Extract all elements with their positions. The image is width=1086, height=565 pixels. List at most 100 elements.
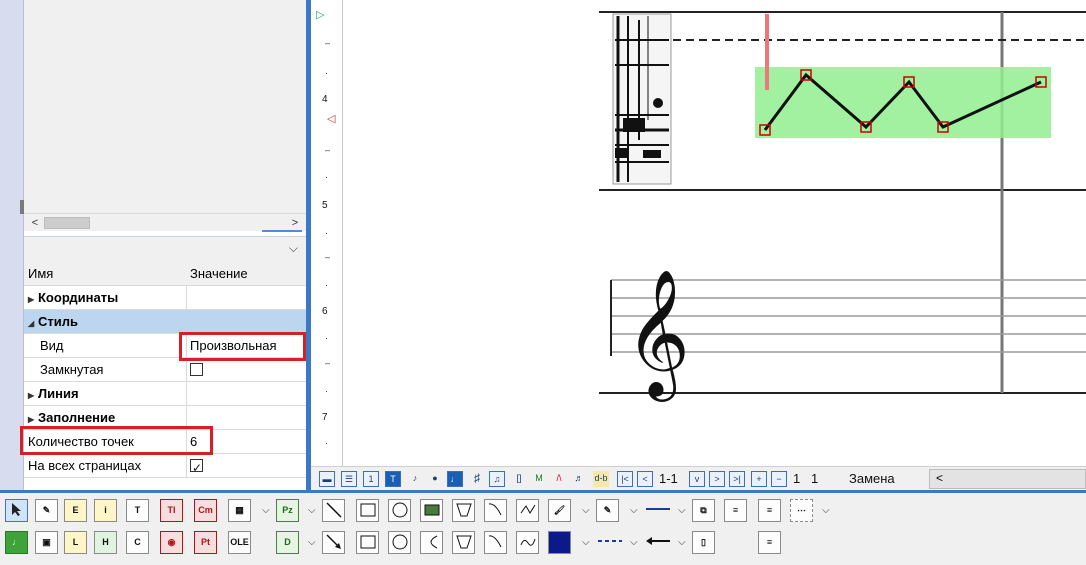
transpose-icon[interactable]: d-b — [593, 471, 609, 487]
note-input-icon[interactable]: ♩ — [447, 471, 463, 487]
remove-page-icon[interactable]: − — [771, 471, 787, 487]
chevron-down-icon[interactable]: ⌵ — [308, 505, 316, 516]
prop-row-line[interactable]: ▶ Линия — [24, 382, 306, 406]
score-canvas[interactable]: 𝄞 — [343, 0, 1086, 466]
filled-polygon-tool-button[interactable] — [452, 531, 475, 554]
expand-icon[interactable]: ▶ — [28, 384, 38, 405]
pz-tool-button[interactable]: Pz — [276, 499, 299, 522]
collapse-icon[interactable]: ◢ — [28, 312, 38, 333]
polygon-tool-button[interactable] — [452, 499, 475, 522]
notes-icon[interactable]: ♪ — [407, 471, 423, 487]
all-pages-checkbox[interactable] — [190, 457, 203, 480]
symbol-tool-button[interactable]: ▣ — [35, 531, 58, 554]
h-tool-button[interactable]: H — [94, 531, 117, 554]
title-tool-button[interactable]: TI — [160, 499, 183, 522]
chevron-down-icon[interactable]: ⌵ — [308, 537, 316, 548]
freeform-tool-button[interactable] — [484, 499, 507, 522]
circle-c-icon[interactable]: ● — [427, 471, 443, 487]
polyline-tool-button[interactable] — [516, 499, 539, 522]
prop-row-closed[interactable]: Замкнутая — [24, 358, 306, 382]
align-center-button[interactable]: ≡ — [758, 531, 781, 554]
curve-tool-button[interactable] — [484, 531, 507, 554]
composer-tool-button[interactable]: Cm — [194, 499, 217, 522]
chevron-down-icon[interactable]: ⌵ — [582, 537, 590, 548]
bracket-icon[interactable]: [] — [511, 471, 527, 487]
page-view-icon[interactable]: ☰ — [341, 471, 357, 487]
line-style-button[interactable] — [644, 499, 670, 522]
prop-row-all-pages[interactable]: На всех страницах — [24, 454, 306, 480]
prop-row-style[interactable]: ◢ Стиль — [24, 310, 306, 334]
lyrics-tool-button[interactable]: L — [64, 531, 87, 554]
select-tool-button[interactable] — [5, 499, 28, 522]
chevron-down-icon[interactable]: ⌵ — [630, 505, 638, 516]
ole-tool-button[interactable]: OLE — [228, 531, 251, 554]
table-tool-button[interactable]: ▦ — [228, 499, 251, 522]
rectangle-tool-button[interactable] — [356, 499, 379, 522]
prop-name: На всех страницах — [28, 458, 142, 473]
chevron-down-icon[interactable]: ⌵ — [678, 505, 686, 516]
fill-color-button[interactable]: 🖌 — [548, 499, 571, 522]
header-value: Значение — [190, 266, 248, 281]
d-tool-button[interactable]: D — [276, 531, 299, 554]
chevron-down-icon[interactable]: ⌵ — [630, 537, 638, 548]
info-text-button[interactable]: i — [94, 499, 117, 522]
scroll-left-icon[interactable]: < — [28, 216, 42, 230]
filled-ellipse-tool-button[interactable] — [388, 531, 411, 554]
object-selector-dropdown[interactable]: ⌵ — [24, 236, 306, 262]
bring-forward-button[interactable]: ⧉ — [692, 499, 715, 522]
last-page-icon[interactable]: >| — [729, 471, 745, 487]
fingering-icon[interactable]: ♬ — [571, 471, 587, 487]
closed-checkbox[interactable] — [190, 363, 203, 377]
copyright-tool-button[interactable]: C — [126, 531, 149, 554]
sharp-icon[interactable]: ♯ — [469, 471, 485, 487]
arrow-tool-button[interactable] — [322, 531, 345, 554]
highlight-point-count — [20, 426, 213, 455]
arrow-style-button[interactable] — [644, 531, 670, 554]
add-page-icon[interactable]: + — [751, 471, 767, 487]
fill-swatch-button[interactable] — [548, 531, 571, 554]
align-right-button[interactable]: ≡ — [758, 499, 781, 522]
eraser-tool-button[interactable]: ✎ — [35, 499, 58, 522]
wave-tool-button[interactable] — [516, 531, 539, 554]
first-page-icon[interactable]: |< — [617, 471, 633, 487]
status-scrollbar[interactable]: < — [929, 469, 1086, 489]
line-tool-button[interactable] — [322, 499, 345, 522]
prev-page-icon[interactable]: < — [637, 471, 653, 487]
page-dropdown-icon[interactable]: v — [689, 471, 705, 487]
score-svg: 𝄞 — [599, 11, 1086, 402]
text-e-button[interactable]: E — [64, 499, 87, 522]
text-mode-icon[interactable]: T — [385, 471, 401, 487]
dash-style-button[interactable] — [596, 531, 622, 554]
group-tool-button[interactable]: ⋯ — [790, 499, 813, 522]
arc-tool-button[interactable] — [420, 531, 443, 554]
tremolo-icon[interactable]: /\ — [551, 471, 567, 487]
scroll-left-icon[interactable]: < — [936, 471, 943, 485]
pt-tool-button[interactable]: Pt — [194, 531, 217, 554]
text-tool-button[interactable]: T — [126, 499, 149, 522]
single-page-icon[interactable]: 1 — [363, 471, 379, 487]
prop-name: Вид — [40, 338, 64, 353]
chevron-down-icon[interactable]: ⌵ — [262, 505, 270, 516]
prop-row-coordinates[interactable]: ▶ Координаты — [24, 286, 306, 310]
chevron-down-icon: ⌵ — [288, 241, 298, 255]
view-mode-icon[interactable]: ▬ — [319, 471, 335, 487]
chevron-down-icon[interactable]: ⌵ — [822, 505, 830, 516]
filled-rect-tool-button[interactable] — [356, 531, 379, 554]
scroll-right-icon[interactable]: > — [288, 216, 302, 230]
next-page-icon[interactable]: > — [709, 471, 725, 487]
ruler-label: 7 — [322, 412, 328, 423]
horizontal-scrollbar[interactable]: < > — [24, 213, 306, 231]
line-color-button[interactable]: ✎ — [596, 499, 619, 522]
expand-icon[interactable]: ▶ — [28, 288, 38, 309]
circle-tool-button[interactable]: ◉ — [160, 531, 183, 554]
align-left-button[interactable]: ≡ — [724, 499, 747, 522]
midi-icon[interactable]: M — [531, 471, 547, 487]
image-tool-button[interactable] — [420, 499, 443, 522]
scroll-thumb[interactable] — [44, 217, 90, 229]
ellipse-tool-button[interactable] — [388, 499, 411, 522]
note-tool-button[interactable]: ♩ — [5, 531, 28, 554]
beam-icon[interactable]: ♫ — [489, 471, 505, 487]
new-page-button[interactable]: ▯ — [692, 531, 715, 554]
chevron-down-icon[interactable]: ⌵ — [678, 537, 686, 548]
chevron-down-icon[interactable]: ⌵ — [582, 505, 590, 516]
